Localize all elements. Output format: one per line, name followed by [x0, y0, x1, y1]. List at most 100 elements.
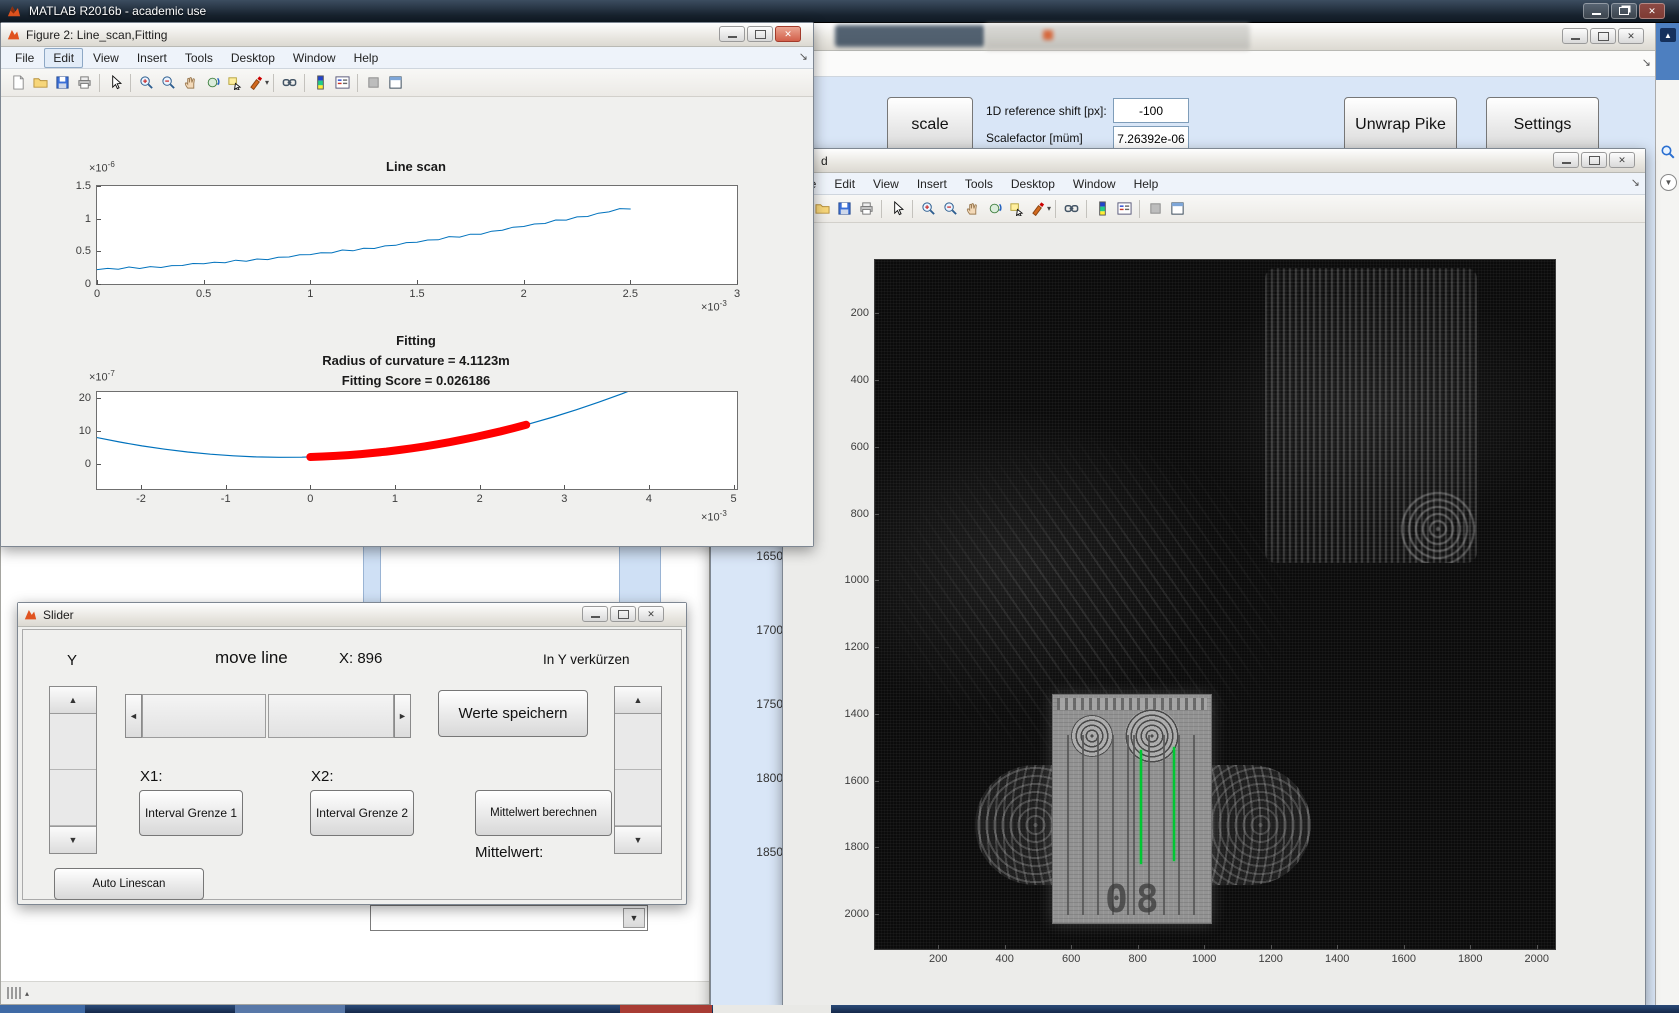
- menu-overflow-icon[interactable]: ↘: [1642, 56, 1651, 69]
- gui-minimize-button[interactable]: [1562, 28, 1588, 44]
- dropdown-circle-icon[interactable]: ▼: [1660, 174, 1677, 191]
- slider-right-button[interactable]: ►: [394, 694, 411, 738]
- menu-window[interactable]: Window: [285, 49, 344, 67]
- menu-tools[interactable]: Tools: [957, 175, 1001, 193]
- menu-view[interactable]: View: [865, 175, 907, 193]
- zoom-out-icon[interactable]: [157, 72, 179, 94]
- zoom-out-icon[interactable]: [939, 198, 961, 220]
- menu-edit[interactable]: Edit: [826, 175, 863, 193]
- main-titlebar[interactable]: MATLAB R2016b - academic use ✕: [0, 0, 1679, 23]
- new-document-icon[interactable]: [7, 72, 29, 94]
- figure-image-minimize-button[interactable]: [1553, 152, 1579, 168]
- figure2-close-button[interactable]: ✕: [775, 26, 801, 42]
- menu-file[interactable]: File: [7, 49, 42, 67]
- taskbar[interactable]: [0, 1005, 1679, 1013]
- link-plots-icon[interactable]: [1060, 198, 1082, 220]
- werte-speichern-button[interactable]: Werte speichern: [438, 690, 588, 737]
- interval-grenze-2-button[interactable]: Interval Grenze 2: [310, 790, 414, 836]
- pan-hand-icon[interactable]: [961, 198, 983, 220]
- insert-colorbar-icon[interactable]: [1091, 198, 1113, 220]
- gui-close-button[interactable]: ✕: [1618, 28, 1644, 44]
- dock-plain-icon[interactable]: [362, 72, 384, 94]
- move-line-slider[interactable]: ◄ ►: [125, 694, 413, 738]
- line-scan-plot[interactable]: 0 0.5 1 1.5 2 2.5 3 0 0.5 1 1.5: [76, 180, 740, 300]
- search-icon[interactable]: [1660, 144, 1676, 165]
- menu-view[interactable]: View: [85, 49, 127, 67]
- save-figure-icon[interactable]: [51, 72, 73, 94]
- menu-help[interactable]: Help: [1126, 175, 1167, 193]
- menu-insert[interactable]: Insert: [909, 175, 955, 193]
- menu-insert[interactable]: Insert: [129, 49, 175, 67]
- menu-window[interactable]: Window: [1065, 175, 1124, 193]
- menu-desktop[interactable]: Desktop: [1003, 175, 1063, 193]
- fitting-plot[interactable]: -2 -1 0 1 2 3 4 5 0 10 20: [79, 391, 738, 505]
- auto-linescan-button[interactable]: Auto Linescan: [54, 868, 204, 900]
- data-cursor-icon[interactable]: [1005, 198, 1027, 220]
- main-close-button[interactable]: ✕: [1639, 3, 1665, 19]
- slider-up-button[interactable]: ▲: [615, 687, 661, 714]
- print-icon[interactable]: [73, 72, 95, 94]
- settings-button[interactable]: Settings: [1486, 97, 1599, 153]
- rotate-3d-icon[interactable]: [983, 198, 1005, 220]
- open-folder-icon[interactable]: [29, 72, 51, 94]
- slider-titlebar[interactable]: Slider ✕: [18, 603, 686, 627]
- slider-left-button[interactable]: ◄: [125, 694, 142, 738]
- slider-track[interactable]: [142, 694, 266, 738]
- menu-overflow-icon[interactable]: ↘: [799, 50, 808, 63]
- brush-icon[interactable]: [245, 72, 267, 94]
- taskbar-item[interactable]: [713, 1005, 831, 1013]
- unwrap-pike-button[interactable]: Unwrap Pike: [1344, 97, 1457, 153]
- desktop-dock-icon[interactable]: ▲: [1660, 28, 1676, 42]
- slider-track[interactable]: [50, 714, 96, 770]
- figure-image-maximize-button[interactable]: [1581, 152, 1607, 168]
- y-position-slider-right[interactable]: ▲ ▼: [614, 686, 662, 854]
- open-folder-icon[interactable]: [811, 198, 833, 220]
- pan-hand-icon[interactable]: [179, 72, 201, 94]
- main-minimize-button[interactable]: [1583, 3, 1609, 19]
- figure2-titlebar[interactable]: Figure 2: Line_scan,Fitting ✕: [1, 23, 813, 47]
- zoom-in-icon[interactable]: [917, 198, 939, 220]
- figure-image-close-button[interactable]: ✕: [1609, 152, 1635, 168]
- slider-down-button[interactable]: ▼: [615, 826, 661, 853]
- slider-maximize-button[interactable]: [610, 606, 636, 622]
- slider-close-button[interactable]: ✕: [638, 606, 664, 622]
- main-restore-button[interactable]: [1611, 3, 1637, 19]
- menu-desktop[interactable]: Desktop: [223, 49, 283, 67]
- dock-window-icon[interactable]: [384, 72, 406, 94]
- slider-up-button[interactable]: ▲: [50, 687, 96, 714]
- interval-grenze-1-button[interactable]: Interval Grenze 1: [139, 790, 243, 836]
- figure-image-titlebar[interactable]: d ✕: [783, 149, 1645, 173]
- taskbar-item[interactable]: [620, 1005, 712, 1013]
- brush-dropdown-icon[interactable]: ▾: [1047, 204, 1051, 213]
- combo-dropdown-icon[interactable]: ▼: [623, 908, 645, 928]
- linescan-marker-line[interactable]: [1173, 747, 1175, 861]
- image-axes[interactable]: 08 200 400 600 800 1000 1200 1400 1600 1800 2000 2…: [845, 259, 1556, 965]
- data-cursor-icon[interactable]: [223, 72, 245, 94]
- insert-colorbar-icon[interactable]: [309, 72, 331, 94]
- slider-minimize-button[interactable]: [582, 606, 608, 622]
- slider-thumb[interactable]: [268, 694, 394, 738]
- print-icon[interactable]: [855, 198, 877, 220]
- slider-track[interactable]: [50, 770, 96, 826]
- figure2-maximize-button[interactable]: [747, 26, 773, 42]
- statusbar-grabber[interactable]: ▴: [7, 987, 29, 999]
- taskbar-item[interactable]: [235, 1005, 345, 1013]
- figure2-minimize-button[interactable]: [719, 26, 745, 42]
- menu-overflow-icon[interactable]: ↘: [1631, 176, 1640, 189]
- link-plots-icon[interactable]: [278, 72, 300, 94]
- menu-help[interactable]: Help: [346, 49, 387, 67]
- dock-plain-icon[interactable]: [1144, 198, 1166, 220]
- menu-edit[interactable]: Edit: [44, 47, 84, 68]
- insert-legend-icon[interactable]: [331, 72, 353, 94]
- slider-down-button[interactable]: ▼: [50, 826, 96, 853]
- slider-track[interactable]: [615, 770, 661, 826]
- ref-shift-input[interactable]: [1113, 98, 1189, 123]
- gui-maximize-button[interactable]: [1590, 28, 1616, 44]
- background-combo-field[interactable]: ▼: [370, 905, 648, 931]
- dock-window-icon[interactable]: [1166, 198, 1188, 220]
- mittelwert-berechnen-button[interactable]: Mittelwert berechnen: [475, 790, 612, 836]
- insert-legend-icon[interactable]: [1113, 198, 1135, 220]
- zoom-in-icon[interactable]: [135, 72, 157, 94]
- scale-button[interactable]: scale: [887, 97, 973, 153]
- taskbar-item[interactable]: [0, 1005, 85, 1013]
